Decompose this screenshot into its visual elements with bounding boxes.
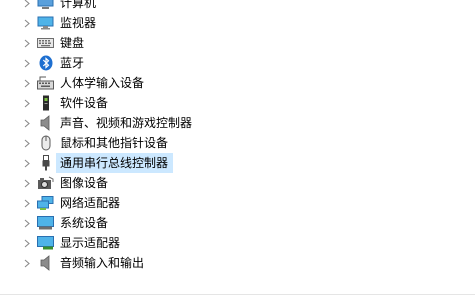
tree-item-label: 显示适配器 (60, 236, 121, 250)
tree-item-keyboard[interactable]: 键盘 (0, 33, 475, 53)
camera-icon (37, 175, 54, 191)
audio-io-icon (37, 255, 54, 271)
speaker-icon (37, 115, 54, 131)
chevron-right-icon[interactable] (20, 73, 34, 93)
chevron-right-icon[interactable] (20, 93, 34, 113)
tree-item-network-adapters[interactable]: 网络适配器 (0, 193, 475, 213)
tree-item-bluetooth[interactable]: 蓝牙 (0, 53, 475, 73)
divider (0, 294, 475, 295)
network-adapter-icon (37, 195, 54, 211)
chevron-right-icon[interactable] (20, 13, 34, 33)
device-tree: 计算机 监视器 键盘 蓝牙 人体学输入设备 软件设备 声音、视频和游戏控制器 鼠… (0, 0, 475, 273)
bluetooth-icon (37, 55, 54, 71)
tree-item-label: 网络适配器 (60, 196, 121, 210)
tree-item-label: 通用串行总线控制器 (60, 156, 169, 170)
chevron-right-icon[interactable] (20, 173, 34, 193)
chevron-right-icon[interactable] (20, 233, 34, 253)
mouse-icon (37, 135, 54, 151)
tree-item-label: 音频输入和输出 (60, 256, 145, 270)
tree-item-mouse[interactable]: 鼠标和其他指针设备 (0, 133, 475, 153)
tree-item-label: 软件设备 (60, 96, 109, 110)
tree-item-display-adapters[interactable]: 显示适配器 (0, 233, 475, 253)
chevron-right-icon[interactable] (20, 0, 34, 13)
chevron-right-icon[interactable] (20, 133, 34, 153)
keyboard-icon (37, 35, 54, 51)
chevron-right-icon[interactable] (20, 253, 34, 273)
chevron-right-icon[interactable] (20, 153, 34, 173)
software-device-icon (37, 95, 54, 111)
tree-item-audio-io[interactable]: 音频输入和输出 (0, 253, 475, 273)
chevron-right-icon[interactable] (20, 33, 34, 53)
tree-item-label: 监视器 (60, 16, 97, 30)
tree-item-label: 鼠标和其他指针设备 (60, 136, 169, 150)
tree-item-imaging-devices[interactable]: 图像设备 (0, 173, 475, 193)
tree-item-software-device[interactable]: 软件设备 (0, 93, 475, 113)
tree-item-label: 键盘 (60, 36, 85, 50)
tree-item-monitor[interactable]: 监视器 (0, 13, 475, 33)
system-device-icon (37, 215, 54, 231)
display-adapter-icon (37, 235, 54, 251)
usb-icon (37, 155, 54, 171)
tree-item-label: 人体学输入设备 (60, 76, 145, 90)
computer-icon (37, 0, 54, 11)
monitor-icon (37, 15, 54, 31)
tree-item-label: 蓝牙 (60, 56, 85, 70)
chevron-right-icon[interactable] (20, 113, 34, 133)
chevron-right-icon[interactable] (20, 213, 34, 233)
hid-icon (37, 75, 54, 91)
tree-item-sound-video-game[interactable]: 声音、视频和游戏控制器 (0, 113, 475, 133)
tree-item-computer[interactable]: 计算机 (0, 0, 475, 13)
tree-item-hid[interactable]: 人体学输入设备 (0, 73, 475, 93)
tree-item-usb-controllers[interactable]: 通用串行总线控制器 (0, 153, 475, 173)
tree-item-label: 图像设备 (60, 176, 109, 190)
chevron-right-icon[interactable] (20, 193, 34, 213)
tree-item-label: 声音、视频和游戏控制器 (60, 116, 193, 130)
tree-item-system-devices[interactable]: 系统设备 (0, 213, 475, 233)
chevron-right-icon[interactable] (20, 53, 34, 73)
tree-item-label: 计算机 (60, 0, 97, 10)
tree-item-label: 系统设备 (60, 216, 109, 230)
